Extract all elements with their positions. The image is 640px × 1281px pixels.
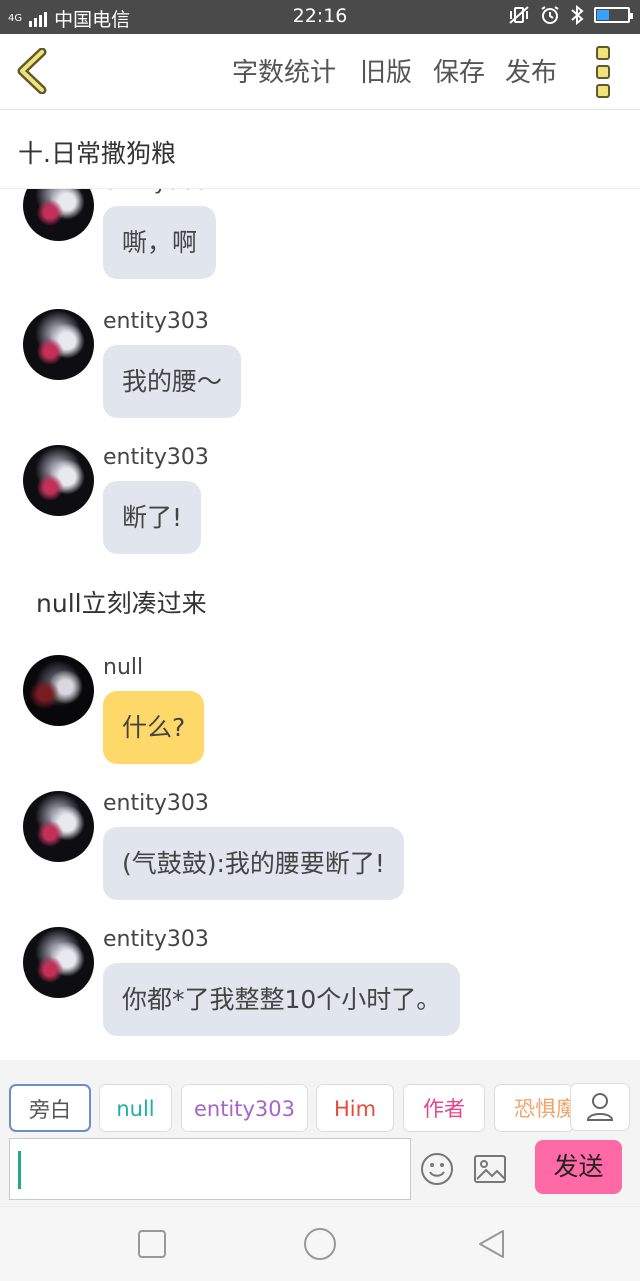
- image-icon[interactable]: [473, 1152, 507, 1186]
- old-version-button[interactable]: 旧版: [360, 52, 412, 89]
- chat-area[interactable]: entity303 嘶，啊 entity303 我的腰～ entity303 断了! nul…: [0, 189, 640, 1059]
- speaker-name: entity303: [103, 791, 209, 816]
- message-bubble[interactable]: 我的腰～: [103, 345, 242, 418]
- back-nav-icon[interactable]: [477, 1229, 507, 1259]
- chat-message[interactable]: entity303 你都*了我整整10个小时了。: [0, 927, 640, 1039]
- null-avatar[interactable]: [23, 655, 94, 726]
- role-chip[interactable]: Him: [316, 1084, 394, 1132]
- speaker-name: null: [103, 655, 144, 680]
- alarm-icon: [541, 6, 559, 24]
- status-bar: 4G 中国电信 22:16: [0, 0, 640, 34]
- recent-apps-icon[interactable]: [137, 1229, 167, 1259]
- entity303-avatar[interactable]: [23, 189, 94, 241]
- system-nav-bar: [0, 1206, 640, 1281]
- publish-button[interactable]: 发布: [505, 52, 557, 89]
- role-chip[interactable]: 恐惧魔: [494, 1084, 574, 1132]
- editor-toolbar: 字数统计 旧版 保存 发布: [0, 34, 640, 110]
- speaker-name: entity303: [103, 445, 209, 470]
- entity303-avatar[interactable]: [23, 445, 94, 516]
- entity303-avatar[interactable]: [23, 791, 94, 862]
- chat-message[interactable]: entity303 嘶，啊: [0, 189, 640, 282]
- smiley-icon[interactable]: [420, 1152, 454, 1186]
- chat-message[interactable]: entity303 我的腰～: [0, 309, 640, 421]
- word-count-button[interactable]: 字数统计: [232, 52, 336, 89]
- message-input-box[interactable]: [9, 1138, 411, 1200]
- send-button[interactable]: 发送: [535, 1140, 622, 1194]
- home-icon[interactable]: [303, 1227, 337, 1261]
- role-bar: 旁白 null entity303 Him 作者 恐惧魔 发送: [0, 1060, 640, 1206]
- speaker-name: entity303: [103, 927, 209, 952]
- add-role-button[interactable]: [570, 1083, 630, 1131]
- bluetooth-icon: [571, 5, 584, 25]
- role-chip[interactable]: 旁白: [9, 1084, 91, 1132]
- save-button[interactable]: 保存: [433, 52, 485, 89]
- message-bubble[interactable]: (气鼓鼓):我的腰要断了!: [103, 827, 404, 900]
- more-vertical-icon[interactable]: [596, 46, 614, 98]
- back-button[interactable]: [14, 47, 54, 95]
- message-bubble[interactable]: 什么?: [103, 691, 205, 764]
- role-chip[interactable]: entity303: [181, 1084, 308, 1132]
- chat-message[interactable]: entity303 (气鼓鼓):我的腰要断了!: [0, 791, 640, 903]
- vibrate-icon: [509, 6, 529, 24]
- text-caret: [18, 1151, 21, 1189]
- message-bubble[interactable]: 嘶，啊: [103, 206, 217, 279]
- narration-text[interactable]: null立刻凑过来: [36, 584, 207, 620]
- role-chip[interactable]: null: [99, 1084, 172, 1132]
- message-bubble[interactable]: 你都*了我整整10个小时了。: [103, 963, 461, 1036]
- entity303-avatar[interactable]: [23, 927, 94, 998]
- chapter-title: 十.日常撒狗粮: [18, 139, 176, 168]
- role-chip[interactable]: 作者: [403, 1084, 485, 1132]
- message-input[interactable]: [26, 1139, 410, 1199]
- chevron-left-icon: [17, 47, 47, 95]
- entity303-avatar[interactable]: [23, 309, 94, 380]
- chapter-header[interactable]: 十.日常撒狗粮: [0, 110, 640, 189]
- chat-message[interactable]: null 什么?: [0, 655, 640, 767]
- speaker-name: entity303: [103, 309, 209, 334]
- user-icon: [586, 1093, 614, 1121]
- message-bubble[interactable]: 断了!: [103, 481, 202, 554]
- chat-message[interactable]: entity303 断了!: [0, 445, 640, 557]
- battery-icon: [594, 7, 633, 23]
- speaker-name: entity303: [103, 189, 209, 195]
